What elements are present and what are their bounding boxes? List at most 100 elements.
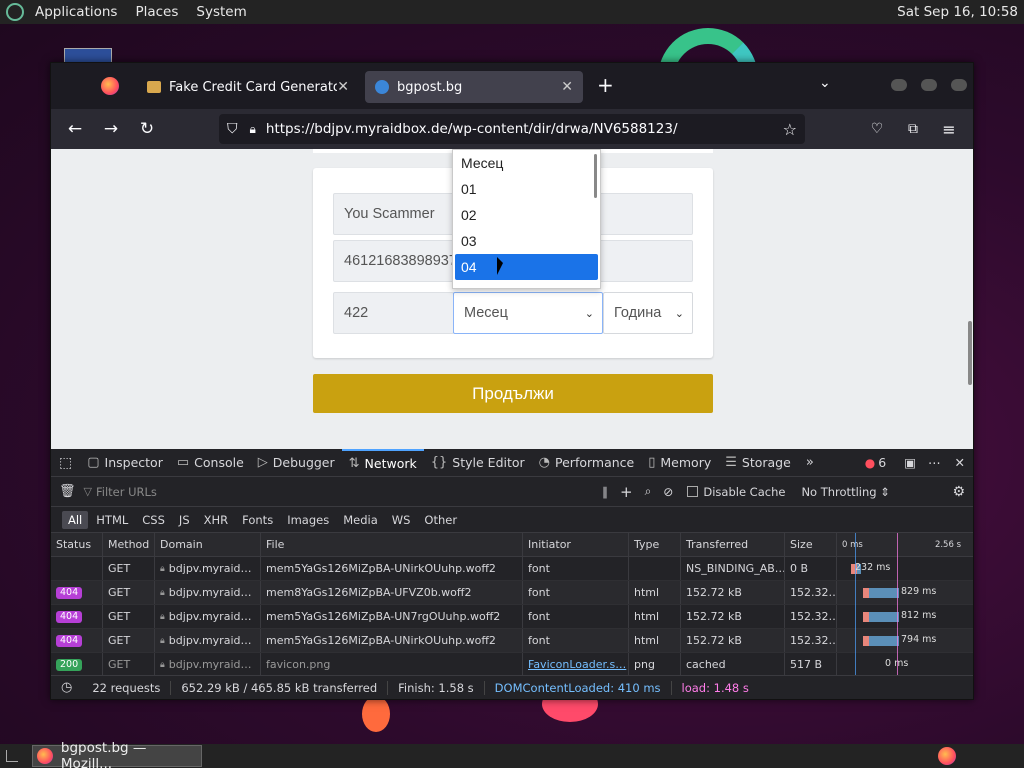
close-devtools-icon[interactable]: ✕: [947, 455, 973, 470]
filter-all[interactable]: All: [62, 510, 89, 529]
cvv-field[interactable]: 422: [333, 292, 454, 334]
tab-memory[interactable]: ▯ Memory: [641, 449, 718, 477]
filter-media[interactable]: Media: [337, 511, 384, 529]
filter-ws[interactable]: WS: [386, 511, 417, 529]
wallpaper-blob: [362, 696, 390, 732]
search-icon[interactable]: ⌕: [639, 484, 658, 499]
nav-bar: ← → ↻ ⛉ 🔒︎ https://bdjpv.myraidbox.de/wp…: [51, 109, 973, 149]
minimize-icon[interactable]: [891, 79, 907, 91]
pause-icon[interactable]: ∥: [596, 485, 614, 499]
domain-cell: 🔒︎ bdjpv.myraid…: [155, 629, 261, 652]
new-tab-icon[interactable]: +: [597, 73, 614, 97]
extensions-icon[interactable]: ⧉: [897, 113, 929, 145]
show-desktop-icon[interactable]: [6, 750, 18, 762]
url-bar[interactable]: ⛉ 🔒︎ https://bdjpv.myraidbox.de/wp-conte…: [219, 114, 805, 144]
taskbar-firefox-item[interactable]: bgpost.bg — Mozill...: [32, 740, 202, 768]
dock-icon[interactable]: ▣: [898, 455, 922, 470]
month-option[interactable]: 01: [453, 176, 600, 202]
clock[interactable]: Sat Sep 16, 10:58: [897, 0, 1018, 24]
bookmark-star-icon[interactable]: ☆: [783, 120, 797, 139]
filter-urls-input[interactable]: Filter URLs: [96, 485, 596, 499]
waterfall-cell: 0 ms: [837, 653, 967, 676]
month-select[interactable]: Месец ⌄: [453, 292, 603, 334]
close-tab-icon[interactable]: ✕: [561, 79, 573, 95]
forward-icon[interactable]: →: [95, 113, 127, 145]
firefox-tray-icon[interactable]: [938, 747, 956, 765]
firefox-view-icon[interactable]: [101, 77, 119, 95]
filter-fonts[interactable]: Fonts: [236, 511, 279, 529]
menu-places[interactable]: Places: [126, 0, 187, 24]
waterfall-header[interactable]: 0 ms 2.56 s: [837, 533, 967, 556]
throttling-select[interactable]: No Throttling ⇕: [801, 485, 889, 499]
continue-button[interactable]: Продължи: [313, 374, 713, 413]
month-dropdown-list[interactable]: Месец 01 02 03 04: [452, 149, 601, 289]
tab-performance[interactable]: ◔ Performance: [532, 449, 642, 477]
column-header[interactable]: Type: [629, 533, 681, 556]
column-header[interactable]: Initiator: [523, 533, 629, 556]
dropdown-scrollbar[interactable]: [594, 154, 597, 198]
month-option[interactable]: 02: [453, 202, 600, 228]
column-header[interactable]: Status: [51, 533, 103, 556]
error-count[interactable]: 6: [878, 455, 886, 470]
filter-css[interactable]: CSS: [136, 511, 171, 529]
network-row[interactable]: 404 GET 🔒︎ bdjpv.myraid… mem5YaGs126MiZpBA-U…: [51, 605, 973, 629]
url-text[interactable]: https://bdjpv.myraidbox.de/wp-content/di…: [266, 121, 678, 137]
filter-other[interactable]: Other: [418, 511, 463, 529]
menu-system[interactable]: System: [187, 0, 255, 24]
filter-images[interactable]: Images: [281, 511, 335, 529]
close-tab-icon[interactable]: ✕: [337, 79, 349, 95]
filter-xhr[interactable]: XHR: [198, 511, 235, 529]
disable-cache-label[interactable]: Disable Cache: [703, 485, 785, 499]
month-option[interactable]: Месец: [453, 150, 600, 176]
tab-console[interactable]: ▭ Console: [170, 449, 251, 477]
tab-style-editor[interactable]: {} Style Editor: [424, 449, 532, 477]
domain-cell: 🔒︎ bdjpv.myraid…: [155, 557, 261, 580]
tab-debugger[interactable]: ▷ Debugger: [251, 449, 342, 477]
trash-icon[interactable]: 🗑︎: [51, 484, 84, 499]
network-row[interactable]: 404 GET 🔒︎ bdjpv.myraid… mem5YaGs126MiZpBA-U…: [51, 629, 973, 653]
disable-cache-checkbox[interactable]: [687, 486, 699, 497]
tab-inspector[interactable]: ▢ Inspector: [80, 449, 170, 477]
initiator-value[interactable]: FaviconLoader.s…: [528, 658, 626, 671]
network-row[interactable]: GET 🔒︎ bdjpv.myraid… mem5YaGs126MiZpBA-UNir…: [51, 557, 973, 581]
distro-logo-icon[interactable]: [6, 3, 24, 21]
back-icon[interactable]: ←: [59, 113, 91, 145]
pick-element-icon[interactable]: ⬚: [51, 455, 80, 471]
finish-time: Finish: 1.58 s: [388, 680, 485, 695]
column-header[interactable]: Size: [785, 533, 837, 556]
transferred-value: 152.72 kB: [686, 634, 742, 647]
shield-icon[interactable]: ⛉: [227, 121, 238, 137]
block-icon[interactable]: ⊘: [657, 485, 679, 499]
add-icon[interactable]: +: [614, 483, 639, 501]
close-window-icon[interactable]: [951, 79, 967, 91]
column-header[interactable]: File: [261, 533, 523, 556]
month-option[interactable]: 03: [453, 228, 600, 254]
filter-html[interactable]: HTML: [90, 511, 134, 529]
column-header[interactable]: Method: [103, 533, 155, 556]
domain-value: bdjpv.myraid…: [168, 610, 252, 623]
month-option-selected[interactable]: 04: [455, 254, 598, 280]
options-icon[interactable]: ⋯: [922, 455, 947, 470]
gear-icon[interactable]: ⚙: [952, 484, 965, 500]
column-header[interactable]: Domain: [155, 533, 261, 556]
list-tabs-icon[interactable]: ⌄: [819, 75, 831, 91]
lock-icon[interactable]: 🔒︎: [250, 122, 256, 137]
network-row[interactable]: 200 GET 🔒︎ bdjpv.myraid… favicon.png FaviconL…: [51, 653, 973, 677]
reload-icon[interactable]: ↻: [131, 113, 163, 145]
tab-network[interactable]: ⇅ Network: [341, 448, 424, 477]
year-select[interactable]: Година ⌄: [603, 292, 693, 334]
filter-js[interactable]: JS: [173, 511, 196, 529]
column-header[interactable]: Transferred: [681, 533, 785, 556]
method-value: GET: [108, 562, 131, 575]
tab-storage[interactable]: ☰ Storage: [718, 449, 798, 477]
tab-fake-cc[interactable]: Fake Credit Card Generator ✕: [137, 71, 359, 103]
tab-bgpost[interactable]: bgpost.bg ✕: [365, 71, 583, 103]
menu-applications[interactable]: Applications: [26, 0, 126, 24]
network-row[interactable]: 404 GET 🔒︎ bdjpv.myraid… mem8YaGs126MiZpBA-U…: [51, 581, 973, 605]
page-scrollbar-thumb[interactable]: [968, 321, 972, 385]
hamburger-menu-icon[interactable]: ≡: [933, 113, 965, 145]
more-tabs-icon[interactable]: »: [798, 455, 822, 470]
maximize-icon[interactable]: [921, 79, 937, 91]
pocket-icon[interactable]: ♡: [861, 113, 893, 145]
error-icon[interactable]: ●: [865, 456, 875, 470]
